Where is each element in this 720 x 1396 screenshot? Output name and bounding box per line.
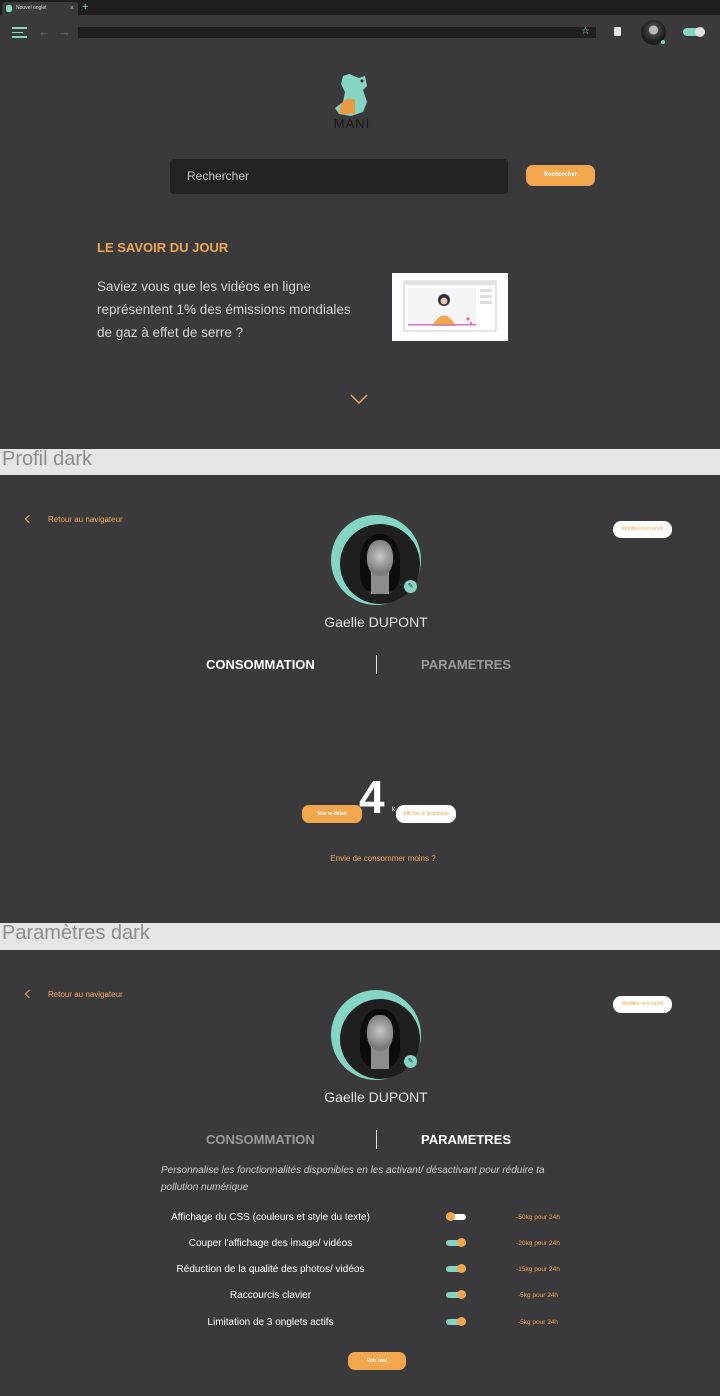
section-label-settings: Paramètres dark xyxy=(2,922,150,944)
setting-row: Couper l'affichage des image/ vidéos -20… xyxy=(0,1236,720,1252)
profile-avatar[interactable] xyxy=(641,20,666,45)
setting-toggle[interactable] xyxy=(446,1264,466,1273)
setting-row: Réduction de la qualité des photos/ vidé… xyxy=(0,1262,720,1278)
mani-favicon-icon xyxy=(6,5,12,12)
setting-saving: -20kg pour 24h xyxy=(516,1240,560,1247)
tab-settings[interactable]: PARAMETRES xyxy=(421,657,511,672)
see-all-button[interactable]: Voir tout xyxy=(348,1352,406,1370)
setting-toggle[interactable] xyxy=(446,1212,466,1221)
consume-less-link[interactable]: Envie de consommer moins ? xyxy=(0,854,720,863)
search-input[interactable]: Rechercher xyxy=(170,159,508,194)
document-icon[interactable] xyxy=(614,27,621,36)
logo-text: MANI xyxy=(333,116,371,131)
tab-new[interactable]: Nouvel onglet × xyxy=(2,2,78,15)
scroll-down-chevron-icon[interactable] xyxy=(350,393,368,405)
forward-arrow-icon[interactable]: → xyxy=(58,24,71,39)
back-chevron-icon xyxy=(24,514,34,524)
browser-window: Nouvel onglet × + ← → ☆ MANI Rechercher … xyxy=(0,0,720,449)
daily-fact-title: LE SAVOIR DU JOUR xyxy=(97,240,229,255)
menu-icon[interactable] xyxy=(12,27,27,38)
tab-title: Nouvel onglet xyxy=(16,5,47,11)
tab-divider xyxy=(376,1130,377,1149)
consumption-unit: k xyxy=(392,807,395,813)
setting-label: Couper l'affichage des image/ vidéos xyxy=(188,1238,353,1249)
consumption-value: 4 xyxy=(359,771,385,823)
back-label: Retour au navigateur xyxy=(48,515,123,524)
tab-consumption[interactable]: CONSOMMATION xyxy=(206,1132,315,1147)
back-arrow-icon[interactable]: ← xyxy=(38,24,51,39)
edit-avatar-icon[interactable]: ✎ xyxy=(404,580,417,593)
settings-panel: Retour au navigateur Modifier mon profil… xyxy=(0,950,720,1396)
show-graph-button[interactable]: Afficher le graphique xyxy=(396,805,456,823)
setting-row: Limitation de 3 onglets actifs -5kg pour… xyxy=(0,1315,720,1331)
online-status-dot xyxy=(661,40,665,44)
profile-name: Gaelle DUPONT xyxy=(324,1089,428,1105)
setting-row: Raccourcis clavier -5kg pour 24h xyxy=(0,1288,720,1304)
back-label: Retour au navigateur xyxy=(48,990,123,999)
modify-profile-button[interactable]: Modifier mon profil xyxy=(613,521,672,538)
profile-avatar-large: ✎ xyxy=(331,990,421,1080)
profile-name: Gaelle DUPONT xyxy=(324,614,428,630)
mani-mascot-icon xyxy=(335,74,367,116)
profile-panel: Retour au navigateur Modifier mon profil… xyxy=(0,475,720,923)
setting-row: Affichage du CSS (couleurs et style du t… xyxy=(0,1210,720,1226)
settings-intro: Personnalise les fonctionnalités disponi… xyxy=(161,1165,545,1193)
back-chevron-icon xyxy=(24,989,34,999)
setting-toggle[interactable] xyxy=(446,1317,466,1326)
setting-toggle[interactable] xyxy=(446,1238,466,1247)
mani-logo: MANI xyxy=(329,72,375,132)
section-label-profile: Profil dark xyxy=(2,448,93,470)
bookmark-star-icon[interactable]: ☆ xyxy=(581,26,590,38)
view-detail-button[interactable]: Voir le détail xyxy=(302,805,362,823)
address-bar[interactable] xyxy=(78,27,596,38)
tab-settings[interactable]: PARAMETRES xyxy=(421,1132,511,1147)
setting-saving: -50kg pour 24h xyxy=(516,1214,560,1221)
setting-label: Limitation de 3 onglets actifs xyxy=(207,1317,334,1328)
dark-mode-toggle[interactable] xyxy=(683,27,705,37)
new-tab-icon[interactable]: + xyxy=(82,1,88,13)
modify-profile-button[interactable]: Modifier mon profil xyxy=(613,996,672,1013)
browser-toolbar: ← → ☆ xyxy=(0,15,720,49)
tab-bar: Nouvel onglet × + xyxy=(0,0,720,15)
setting-saving: -5kg pour 24h xyxy=(517,1292,559,1299)
tab-consumption[interactable]: CONSOMMATION xyxy=(206,657,315,672)
video-illustration xyxy=(392,273,508,341)
close-tab-icon[interactable]: × xyxy=(70,2,74,15)
back-to-browser-link[interactable]: Retour au navigateur xyxy=(24,514,123,524)
setting-label: Affichage du CSS (couleurs et style du t… xyxy=(171,1212,370,1223)
back-to-browser-link[interactable]: Retour au navigateur xyxy=(24,989,123,999)
setting-saving: -5kg pour 24h xyxy=(517,1319,559,1326)
edit-avatar-icon[interactable]: ✎ xyxy=(404,1055,417,1068)
daily-fact-text: Saviez vous que les vidéos en ligne repr… xyxy=(97,279,351,340)
setting-label: Réduction de la qualité des photos/ vidé… xyxy=(176,1264,365,1275)
profile-avatar-large: ✎ xyxy=(331,515,421,605)
setting-label: Raccourcis clavier xyxy=(229,1290,312,1301)
setting-saving: -15kg pour 24h xyxy=(516,1266,560,1273)
setting-toggle[interactable] xyxy=(446,1290,466,1299)
search-button[interactable]: Rechercher xyxy=(526,165,595,186)
tab-divider xyxy=(376,655,377,674)
